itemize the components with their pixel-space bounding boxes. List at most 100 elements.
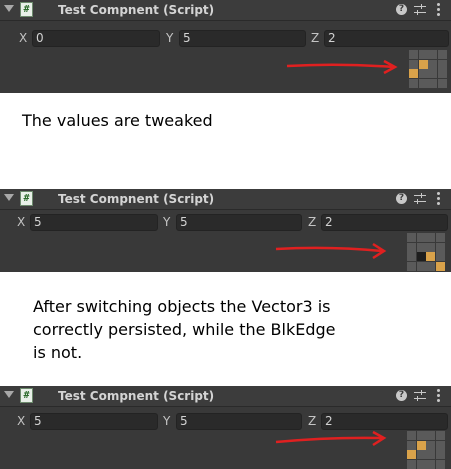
y-label[interactable]: Y	[166, 31, 173, 45]
blkedge-cell[interactable]	[409, 50, 418, 59]
blkedge-cell[interactable]	[437, 59, 447, 69]
blkedge-cell[interactable]	[407, 440, 416, 450]
blkedge-cell[interactable]	[426, 242, 435, 252]
blkedge-cell[interactable]	[416, 252, 426, 261]
blkedge-cell[interactable]	[426, 440, 435, 450]
kebab-menu-icon[interactable]	[437, 3, 440, 16]
blkedge-cell[interactable]	[416, 233, 426, 242]
inspector-component-panel-2: # Test Compnent (Script) ? X 5 Y 5 Z 2	[0, 189, 451, 272]
component-title: Test Compnent (Script)	[58, 3, 215, 17]
blkedge-cell[interactable]	[426, 459, 435, 469]
preset-sliders-icon[interactable]	[414, 192, 426, 205]
blkedge-cell[interactable]	[407, 450, 416, 459]
help-icon[interactable]: ?	[396, 193, 407, 204]
component-header[interactable]: # Test Compnent (Script) ?	[0, 189, 451, 210]
z-label[interactable]: Z	[308, 414, 316, 428]
component-header[interactable]: # Test Compnent (Script) ?	[0, 0, 451, 21]
foldout-triangle-icon[interactable]	[4, 194, 14, 201]
z-field[interactable]: 2	[321, 413, 448, 430]
preset-sliders-icon[interactable]	[414, 3, 426, 16]
blkedge-cell[interactable]	[418, 50, 428, 59]
x-field[interactable]: 5	[30, 214, 158, 231]
x-label[interactable]: X	[17, 414, 25, 428]
z-label[interactable]: Z	[308, 215, 316, 229]
blkedge-cell[interactable]	[409, 59, 418, 69]
inspector-component-panel-1: # Test Compnent (Script) ? X 0 Y 5 Z 2	[0, 0, 451, 93]
blkedge-cell[interactable]	[426, 431, 435, 440]
blkedge-cell[interactable]	[435, 252, 445, 261]
blkedge-grid[interactable]	[409, 50, 447, 88]
blkedge-cell[interactable]	[428, 50, 437, 59]
z-field[interactable]: 2	[321, 214, 448, 231]
component-title: Test Compnent (Script)	[58, 389, 215, 403]
x-label[interactable]: X	[19, 31, 27, 45]
blkedge-cell[interactable]	[407, 459, 416, 469]
blkedge-cell[interactable]	[416, 242, 426, 252]
csharp-script-icon: #	[20, 388, 33, 403]
blkedge-cell[interactable]	[428, 78, 437, 88]
blkedge-cell[interactable]	[407, 242, 416, 252]
blkedge-cell[interactable]	[435, 261, 445, 271]
caption-after-switching: After switching objects the Vector3 is c…	[33, 295, 451, 364]
csharp-script-icon: #	[20, 2, 33, 17]
inspector-component-panel-3: # Test Compnent (Script) ? X 5 Y 5 Z 2	[0, 386, 451, 469]
blkedge-cell[interactable]	[407, 431, 416, 440]
blkedge-cell[interactable]	[418, 69, 428, 78]
z-label[interactable]: Z	[311, 31, 319, 45]
blkedge-cell[interactable]	[416, 431, 426, 440]
x-field[interactable]: 0	[32, 30, 160, 47]
blkedge-cell[interactable]	[435, 233, 445, 242]
blkedge-cell[interactable]	[407, 233, 416, 242]
red-arrow-annotation	[286, 59, 398, 75]
blkedge-cell[interactable]	[437, 50, 447, 59]
z-field[interactable]: 2	[324, 30, 449, 47]
blkedge-cell[interactable]	[437, 78, 447, 88]
blkedge-cell[interactable]	[435, 242, 445, 252]
help-icon[interactable]: ?	[396, 390, 407, 401]
blkedge-cell[interactable]	[418, 78, 428, 88]
blkedge-cell[interactable]	[426, 252, 435, 261]
y-field[interactable]: 5	[179, 30, 306, 47]
component-title: Test Compnent (Script)	[58, 192, 215, 206]
blkedge-cell[interactable]	[435, 459, 445, 469]
blkedge-cell[interactable]	[407, 261, 416, 271]
blkedge-cell[interactable]	[416, 450, 426, 459]
blkedge-cell[interactable]	[437, 69, 447, 78]
blkedge-grid[interactable]	[407, 233, 445, 271]
blkedge-cell[interactable]	[428, 59, 437, 69]
blkedge-cell[interactable]	[435, 440, 445, 450]
blkedge-cell[interactable]	[435, 450, 445, 459]
blkedge-cell[interactable]	[435, 431, 445, 440]
component-header[interactable]: # Test Compnent (Script) ?	[0, 386, 451, 407]
x-field[interactable]: 5	[30, 413, 158, 430]
caption-line-3: is not.	[33, 343, 83, 362]
blkedge-cell[interactable]	[426, 233, 435, 242]
x-label[interactable]: X	[17, 215, 25, 229]
blkedge-cell[interactable]	[416, 459, 426, 469]
blkedge-cell[interactable]	[416, 261, 426, 271]
y-label[interactable]: Y	[163, 414, 170, 428]
y-label[interactable]: Y	[163, 215, 170, 229]
blkedge-cell[interactable]	[426, 450, 435, 459]
blkedge-cell[interactable]	[407, 252, 416, 261]
blkedge-cell[interactable]	[409, 69, 418, 78]
blkedge-cell[interactable]	[418, 59, 428, 69]
blkedge-cell[interactable]	[409, 78, 418, 88]
csharp-script-icon: #	[20, 191, 33, 206]
caption-line-2: correctly persisted, while the BlkEdge	[33, 320, 336, 339]
y-field[interactable]: 5	[176, 413, 302, 430]
red-arrow-annotation	[275, 430, 387, 447]
help-icon[interactable]: ?	[396, 4, 407, 15]
blkedge-grid[interactable]	[407, 431, 445, 469]
preset-sliders-icon[interactable]	[414, 389, 426, 402]
blkedge-cell[interactable]	[428, 69, 437, 78]
kebab-menu-icon[interactable]	[437, 192, 440, 205]
y-field[interactable]: 5	[176, 214, 302, 231]
blkedge-cell[interactable]	[416, 440, 426, 450]
caption-values-tweaked: The values are tweaked	[22, 111, 213, 130]
kebab-menu-icon[interactable]	[437, 389, 440, 402]
foldout-triangle-icon[interactable]	[4, 5, 14, 12]
red-arrow-annotation	[275, 242, 387, 260]
blkedge-cell[interactable]	[426, 261, 435, 271]
foldout-triangle-icon[interactable]	[4, 391, 14, 398]
